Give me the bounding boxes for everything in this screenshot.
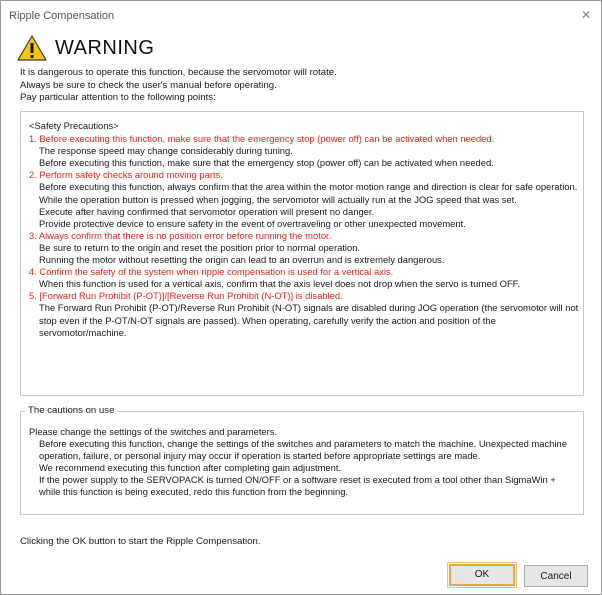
title-bar: Ripple Compensation ✕ bbox=[1, 1, 601, 31]
close-icon[interactable]: ✕ bbox=[578, 7, 594, 23]
window-title: Ripple Compensation bbox=[9, 10, 115, 22]
precaution-title-4: 4. Confirm the safety of the system when… bbox=[29, 266, 394, 278]
ok-button[interactable]: OK bbox=[447, 562, 517, 588]
precaution-line: Execute after having confirmed that serv… bbox=[39, 205, 375, 217]
cautions-on-use-group: The cautions on use Please change the se… bbox=[20, 405, 584, 515]
caution-line: We recommend executing this function aft… bbox=[39, 462, 342, 474]
cautions-lead: Please change the settings of the switch… bbox=[29, 426, 278, 437]
ripple-compensation-dialog: Ripple Compensation ✕ WARNING It is dang… bbox=[0, 0, 602, 595]
footer-instruction: Clicking the OK button to start the Ripp… bbox=[20, 536, 261, 547]
warning-triangle-icon bbox=[17, 35, 47, 61]
intro-line: Pay particular attention to the followin… bbox=[20, 92, 216, 104]
safety-precautions-box: <Safety Precautions> 1. Before executing… bbox=[20, 111, 584, 396]
caution-line: If the power supply to the SERVOPACK is … bbox=[39, 474, 556, 498]
precaution-line: Be sure to return to the origin and rese… bbox=[39, 241, 361, 253]
precautions-header: <Safety Precautions> bbox=[29, 120, 119, 131]
precaution-title-5: 5. [Forward Run Prohibit (P-OT)]/[Revers… bbox=[29, 290, 343, 302]
precaution-line: Provide protective device to ensure safe… bbox=[39, 217, 466, 229]
precaution-line: Before executing this function, always c… bbox=[39, 181, 578, 193]
cancel-button[interactable]: Cancel bbox=[524, 565, 588, 587]
precaution-line: Running the motor without resetting the … bbox=[39, 254, 445, 266]
intro-line: Always be sure to check the user's manua… bbox=[20, 79, 277, 91]
caution-line: Before executing this function, change t… bbox=[39, 438, 567, 462]
precaution-line: The Forward Run Prohibit (P-OT)/Reverse … bbox=[39, 302, 579, 338]
warning-intro: It is dangerous to operate this function… bbox=[20, 67, 337, 105]
intro-line: It is dangerous to operate this function… bbox=[20, 67, 337, 78]
precaution-line: The response speed may change considerab… bbox=[39, 145, 293, 157]
precaution-title-2: 2. Perform safety checks around moving p… bbox=[29, 169, 223, 181]
cautions-legend: The cautions on use bbox=[25, 405, 118, 416]
precaution-line: While the operation button is pressed wh… bbox=[39, 193, 517, 205]
precaution-line: When this function is used for a vertica… bbox=[39, 278, 520, 290]
precaution-title-3: 3. Always confirm that there is no posit… bbox=[29, 229, 332, 241]
precaution-line: Before executing this function, make sur… bbox=[39, 157, 494, 169]
precaution-title-1: 1. Before executing this function, make … bbox=[29, 133, 495, 145]
warning-heading: WARNING bbox=[55, 37, 155, 59]
